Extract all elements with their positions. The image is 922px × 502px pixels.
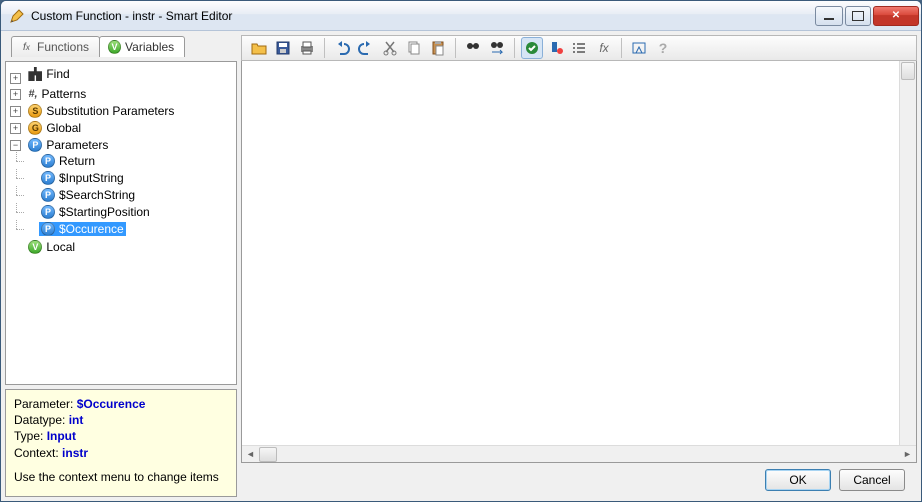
separator <box>514 38 515 58</box>
tab-functions-label: Functions <box>37 40 89 54</box>
list-icon[interactable] <box>569 37 591 59</box>
maximize-button[interactable] <box>845 6 871 26</box>
left-panel: fx Functions V Variables + Find <box>5 35 237 497</box>
vertical-scrollbar[interactable] <box>899 61 916 445</box>
tree-label: $InputString <box>59 171 124 185</box>
p-icon: P <box>41 154 55 168</box>
dialog-footer: OK Cancel <box>241 463 917 497</box>
tree-item-param-occurence[interactable]: P $Occurence <box>26 220 234 237</box>
titlebar: Custom Function - instr - Smart Editor <box>1 1 921 31</box>
expander-icon[interactable]: − <box>10 140 21 151</box>
validate-icon[interactable] <box>521 37 543 59</box>
close-button[interactable] <box>873 6 919 26</box>
save-icon[interactable] <box>272 37 294 59</box>
p-icon: P <box>41 171 55 185</box>
tree-label: Global <box>46 121 81 135</box>
help-icon[interactable]: ? <box>652 37 674 59</box>
find-icon[interactable] <box>462 37 484 59</box>
tree-label: Substitution Parameters <box>46 104 174 118</box>
minimize-button[interactable] <box>815 6 843 26</box>
tree-item-global[interactable]: + G Global <box>10 119 234 136</box>
info-datatype-value: int <box>69 413 84 427</box>
tree-panel: + Find + #, Patterns + S Substitution Para… <box>5 61 237 385</box>
redo-icon[interactable] <box>355 37 377 59</box>
tree-item-param-searchstring[interactable]: P $SearchString <box>26 186 234 203</box>
info-parameter-value: $Occurence <box>77 397 146 411</box>
tree-label: $Occurence <box>59 222 124 236</box>
expander-icon[interactable]: + <box>10 123 21 134</box>
separator <box>621 38 622 58</box>
expander-icon[interactable]: + <box>10 106 21 117</box>
binoculars-icon <box>28 67 42 81</box>
tree-item-param-return[interactable]: P Return <box>26 152 234 169</box>
tree-item-local[interactable]: V Local <box>10 238 234 255</box>
expander-icon[interactable]: + <box>10 89 21 100</box>
separator <box>455 38 456 58</box>
window: Custom Function - instr - Smart Editor f… <box>0 0 922 502</box>
highlight-icon[interactable] <box>628 37 650 59</box>
tree-item-param-inputstring[interactable]: P $InputString <box>26 169 234 186</box>
tree-label: $SearchString <box>59 188 135 202</box>
horizontal-scrollbar[interactable]: ◄ ► <box>242 445 916 462</box>
tree-label: Find <box>46 67 69 81</box>
info-type-value: Input <box>47 429 76 443</box>
tree-label: Local <box>46 240 75 254</box>
paste-icon[interactable] <box>427 37 449 59</box>
ok-button[interactable]: OK <box>765 469 831 491</box>
info-type-label: Type: <box>14 429 47 443</box>
window-controls <box>815 6 919 26</box>
tab-strip: fx Functions V Variables <box>5 35 237 57</box>
scroll-right-icon[interactable]: ► <box>899 447 916 462</box>
separator <box>324 38 325 58</box>
tree-label: Parameters <box>46 138 108 152</box>
p-icon: P <box>41 188 55 202</box>
tab-variables[interactable]: V Variables <box>99 36 185 57</box>
right-panel: fx ? ◄ ► OK Cancel <box>241 35 917 497</box>
info-hint: Use the context menu to change items <box>14 469 228 485</box>
info-datatype-label: Datatype: <box>14 413 69 427</box>
info-context-value: instr <box>62 446 88 460</box>
code-editor[interactable]: ◄ ► <box>241 61 917 463</box>
print-icon[interactable] <box>296 37 318 59</box>
s-icon: S <box>28 104 42 118</box>
fx-icon[interactable]: fx <box>593 37 615 59</box>
app-icon <box>9 8 25 24</box>
bookmark-icon[interactable] <box>545 37 567 59</box>
window-title: Custom Function - instr - Smart Editor <box>31 9 815 23</box>
body: fx Functions V Variables + Find <box>1 31 921 501</box>
tree-label: Return <box>59 154 95 168</box>
find-replace-icon[interactable] <box>486 37 508 59</box>
scroll-left-icon[interactable]: ◄ <box>242 447 259 462</box>
tree-label: $StartingPosition <box>59 205 150 219</box>
tab-functions[interactable]: fx Functions <box>11 36 100 57</box>
open-icon[interactable] <box>248 37 270 59</box>
copy-icon[interactable] <box>403 37 425 59</box>
tree-item-parameters[interactable]: − P Parameters P Return P $InputString P $Se… <box>10 136 234 238</box>
hash-icon: #, <box>28 88 37 100</box>
v-icon: V <box>28 240 42 254</box>
g-icon: G <box>28 121 42 135</box>
cut-icon[interactable] <box>379 37 401 59</box>
tree-item-param-startingposition[interactable]: P $StartingPosition <box>26 203 234 220</box>
fx-icon: fx <box>20 41 33 54</box>
tree-label: Patterns <box>42 87 87 101</box>
undo-icon[interactable] <box>331 37 353 59</box>
cancel-button[interactable]: Cancel <box>839 469 905 491</box>
variables-icon: V <box>108 41 121 54</box>
tree-item-patterns[interactable]: + #, Patterns <box>10 85 234 102</box>
info-context-label: Context: <box>14 446 62 460</box>
p-icon: P <box>41 222 55 236</box>
tree-item-substitution[interactable]: + S Substitution Parameters <box>10 102 234 119</box>
tree: + Find + #, Patterns + S Substitution Para… <box>8 66 234 255</box>
info-panel: Parameter: $Occurence Datatype: int Type… <box>5 389 237 497</box>
p-icon: P <box>28 138 42 152</box>
expander-icon[interactable]: + <box>10 73 21 84</box>
p-icon: P <box>41 205 55 219</box>
info-parameter-label: Parameter: <box>14 397 77 411</box>
toolbar: fx ? <box>241 35 917 61</box>
tab-variables-label: Variables <box>125 40 174 54</box>
tree-item-find[interactable]: + Find <box>10 66 234 85</box>
